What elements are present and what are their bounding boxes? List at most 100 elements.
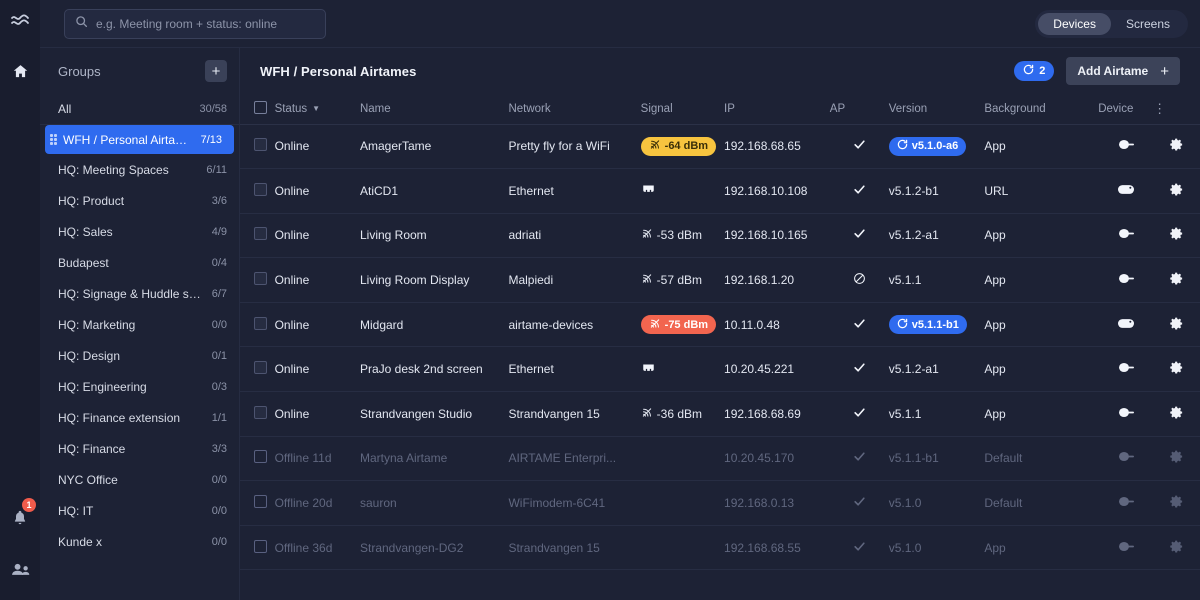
table-row[interactable]: OnlinePraJo desk 2nd screenEthernet10.20… (240, 347, 1200, 392)
name-cell[interactable]: AtiCD1 (360, 169, 508, 214)
table-row[interactable]: OnlineLiving Roomadriati-53 dBm192.168.1… (240, 213, 1200, 258)
gear-icon[interactable] (1169, 409, 1184, 423)
name-cell[interactable]: sauron (360, 481, 508, 526)
sidebar-item-kunde-x[interactable]: Kunde x0/0 (40, 526, 239, 557)
sidebar-item-hq-meeting-spaces[interactable]: HQ: Meeting Spaces6/11 (40, 154, 239, 185)
sidebar-item-hq-design[interactable]: HQ: Design0/1 (40, 340, 239, 371)
gear-icon[interactable] (1169, 498, 1184, 512)
sidebar-item-count: 0/4 (212, 257, 227, 269)
name-cell[interactable]: Martyna Airtame (360, 436, 508, 481)
row-checkbox[interactable] (254, 361, 267, 374)
version-update-badge[interactable]: v5.1.0-a6 (889, 137, 966, 156)
sidebar-item-wfh-personal-airtames[interactable]: WFH / Personal Airtames7/13 (45, 125, 234, 154)
device-cell (1098, 347, 1153, 392)
gear-icon[interactable] (1169, 320, 1184, 334)
table-row[interactable]: Offline 11dMartyna AirtameAIRTAME Enterp… (240, 436, 1200, 481)
column-ap[interactable]: AP (830, 94, 889, 124)
name-cell[interactable]: PraJo desk 2nd screen (360, 347, 508, 392)
signal-value-plain: -57 dBm (641, 273, 702, 287)
settings-cell (1153, 347, 1200, 392)
sidebar-item-label: HQ: Signage & Huddle spaces (58, 287, 206, 301)
gear-icon[interactable] (1169, 543, 1184, 557)
column-background[interactable]: Background (984, 94, 1098, 124)
kebab-menu-icon[interactable]: ⋮ (1153, 101, 1166, 116)
sidebar-item-hq-product[interactable]: HQ: Product3/6 (40, 185, 239, 216)
gear-icon[interactable] (1169, 275, 1184, 289)
add-airtame-button[interactable]: Add Airtame + (1066, 57, 1180, 85)
updates-available-badge[interactable]: 2 (1014, 61, 1054, 81)
signal-badge: -75 dBm (641, 315, 716, 334)
row-checkbox[interactable] (254, 406, 267, 419)
column-version[interactable]: Version (889, 94, 985, 124)
table-row[interactable]: OnlineStrandvangen StudioStrandvangen 15… (240, 392, 1200, 437)
table-row[interactable]: OnlineLiving Room DisplayMalpiedi-57 dBm… (240, 258, 1200, 303)
row-checkbox[interactable] (254, 183, 267, 196)
device-cell (1098, 124, 1153, 169)
airtame-waves-logo[interactable] (0, 0, 40, 40)
background-cell: Default (984, 436, 1098, 481)
search-box[interactable] (64, 9, 326, 39)
home-icon[interactable] (6, 58, 34, 84)
name-cell[interactable]: Living Room (360, 213, 508, 258)
gear-icon[interactable] (1169, 364, 1184, 378)
devices-table-container[interactable]: Status▼ Name Network Signal IP AP Versio… (240, 94, 1200, 600)
sidebar-item-hq-sales[interactable]: HQ: Sales4/9 (40, 216, 239, 247)
version-update-badge[interactable]: v5.1.1-b1 (889, 315, 967, 334)
table-row[interactable]: Offline 20dsauronWiFimodem-6C41192.168.0… (240, 481, 1200, 526)
table-row[interactable]: OnlineAmagerTamePretty fly for a WiFi-64… (240, 124, 1200, 169)
column-network[interactable]: Network (508, 94, 640, 124)
signal-cell: -64 dBm (641, 124, 724, 169)
signal-cell (641, 169, 724, 214)
tab-devices[interactable]: Devices (1038, 13, 1111, 35)
table-row[interactable]: OnlineAtiCD1Ethernet192.168.10.108v5.1.2… (240, 169, 1200, 214)
name-cell[interactable]: Strandvangen-DG2 (360, 525, 508, 570)
sidebar-item-all[interactable]: All 30/58 (40, 94, 239, 125)
sidebar-item-hq-signage-huddle-spaces[interactable]: HQ: Signage & Huddle spaces6/7 (40, 278, 239, 309)
gear-icon[interactable] (1169, 453, 1184, 467)
tab-screens[interactable]: Screens (1111, 13, 1185, 35)
add-group-button[interactable]: + (205, 60, 227, 82)
bell-icon[interactable]: 1 (6, 504, 34, 530)
search-input[interactable] (96, 17, 315, 31)
users-icon[interactable] (6, 556, 34, 582)
background-cell: App (984, 258, 1098, 303)
signal-cell (641, 481, 724, 526)
sidebar-item-hq-finance-extension[interactable]: HQ: Finance extension1/1 (40, 402, 239, 433)
status-cell: Online (275, 347, 360, 392)
column-device[interactable]: Device (1098, 94, 1153, 124)
sidebar-item-hq-finance[interactable]: HQ: Finance3/3 (40, 433, 239, 464)
row-checkbox[interactable] (254, 317, 267, 330)
row-checkbox[interactable] (254, 227, 267, 240)
wifi-icon (649, 318, 661, 332)
row-checkbox[interactable] (254, 495, 267, 508)
gear-icon[interactable] (1169, 141, 1184, 155)
column-options[interactable]: ⋮ (1153, 94, 1200, 124)
sidebar-item-hq-engineering[interactable]: HQ: Engineering0/3 (40, 371, 239, 402)
name-cell[interactable]: Living Room Display (360, 258, 508, 303)
row-checkbox[interactable] (254, 138, 267, 151)
table-row[interactable]: OnlineMidgardairtame-devices-75 dBm10.11… (240, 302, 1200, 347)
gear-icon[interactable] (1169, 186, 1184, 200)
row-checkbox[interactable] (254, 272, 267, 285)
column-ip[interactable]: IP (724, 94, 830, 124)
select-all-checkbox[interactable] (254, 101, 267, 114)
version-cell: v5.1.0 (889, 481, 985, 526)
column-signal[interactable]: Signal (641, 94, 724, 124)
sidebar-item-nyc-office[interactable]: NYC Office0/0 (40, 464, 239, 495)
row-checkbox[interactable] (254, 450, 267, 463)
version-value: v5.1.0-a6 (912, 140, 958, 152)
table-row[interactable]: Offline 36dStrandvangen-DG2Strandvangen … (240, 525, 1200, 570)
name-cell[interactable]: AmagerTame (360, 124, 508, 169)
column-name[interactable]: Name (360, 94, 508, 124)
name-cell[interactable]: Midgard (360, 302, 508, 347)
name-cell[interactable]: Strandvangen Studio (360, 392, 508, 437)
row-checkbox[interactable] (254, 540, 267, 553)
sidebar-item-hq-it[interactable]: HQ: IT0/0 (40, 495, 239, 526)
gear-icon[interactable] (1169, 230, 1184, 244)
background-cell: App (984, 347, 1098, 392)
drag-handle-icon[interactable] (50, 134, 58, 145)
settings-cell (1153, 213, 1200, 258)
sidebar-item-hq-marketing[interactable]: HQ: Marketing0/0 (40, 309, 239, 340)
column-status[interactable]: Status▼ (275, 94, 360, 124)
sidebar-item-budapest[interactable]: Budapest0/4 (40, 247, 239, 278)
